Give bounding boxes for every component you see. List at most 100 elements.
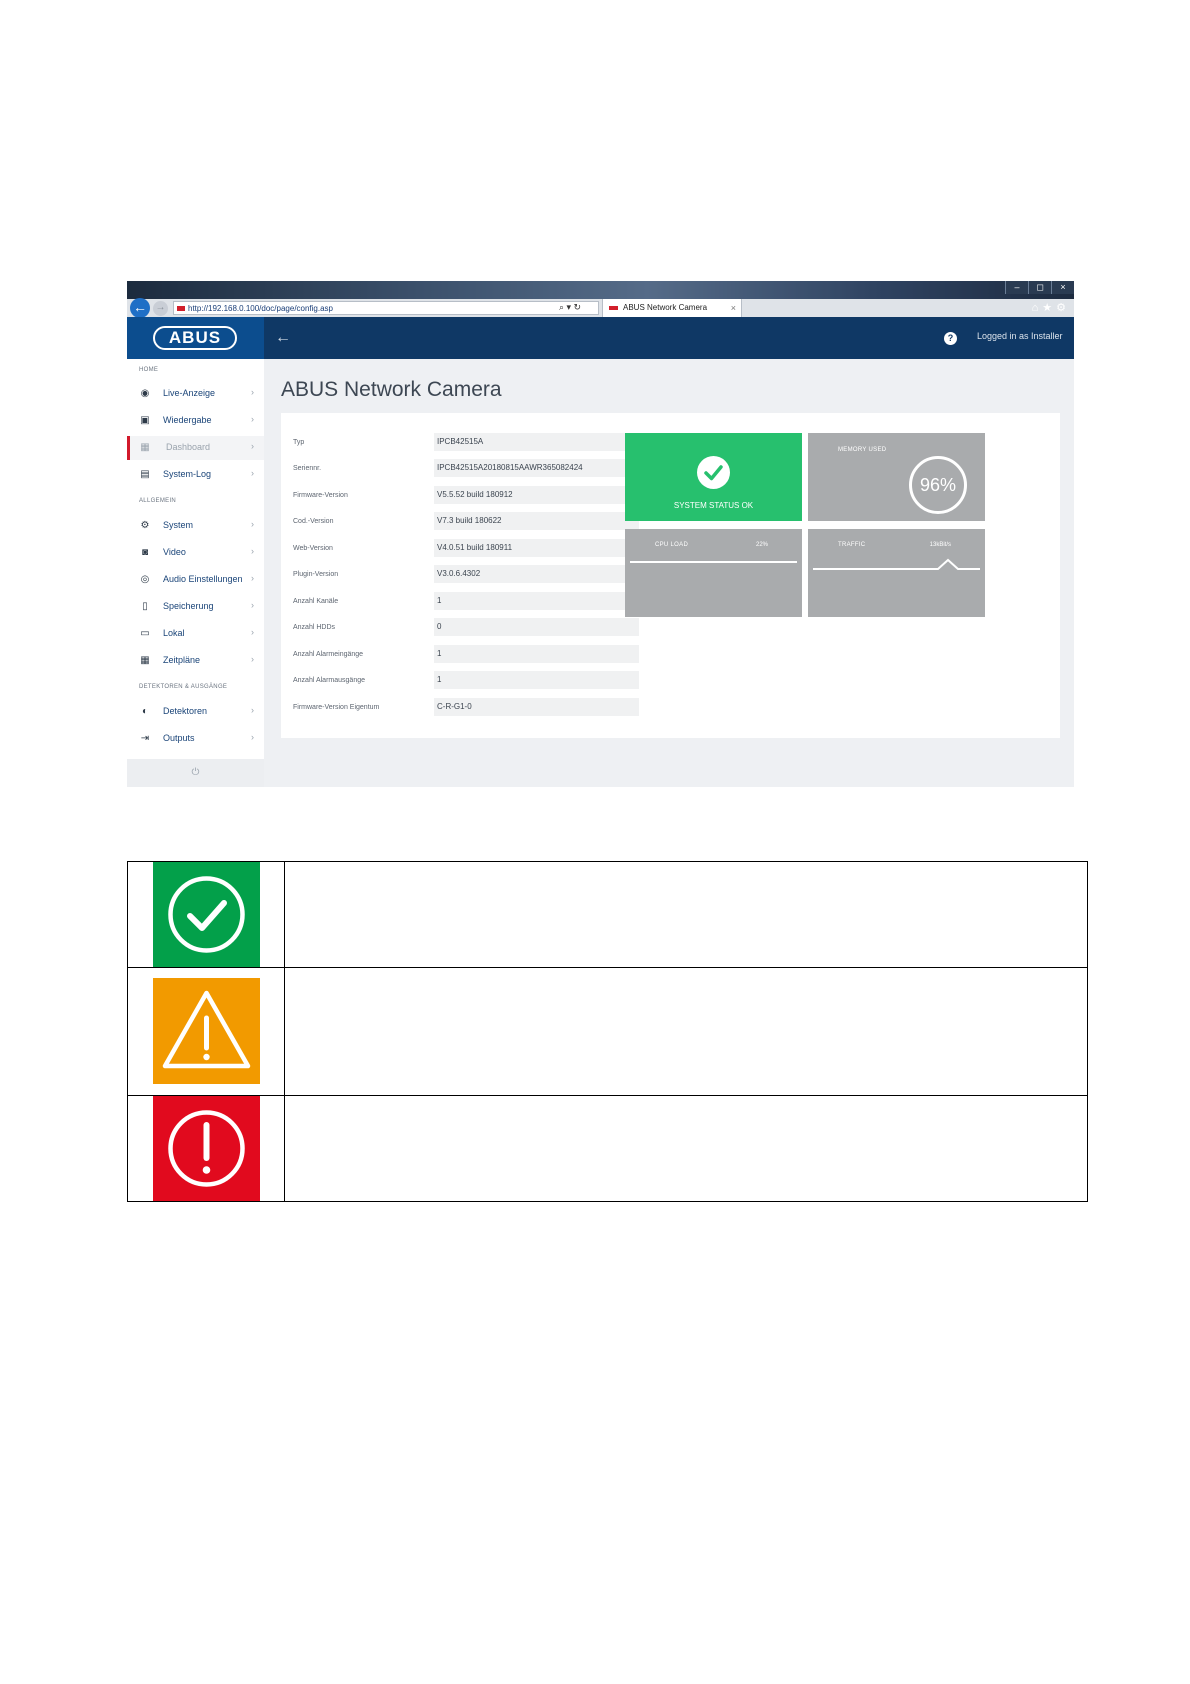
- chevron-right-icon: ›: [251, 573, 254, 583]
- home-favorites-settings-icons[interactable]: ⌂★⚙: [1032, 301, 1070, 314]
- info-key: Plugin-Version: [293, 571, 339, 578]
- info-value: V5.5.52 build 180912: [434, 486, 639, 504]
- section-home: HOME: [139, 367, 159, 373]
- sidebar-item-label: Outputs: [163, 733, 195, 743]
- maximize-button[interactable]: ◻: [1028, 281, 1051, 294]
- info-key: Typ: [293, 439, 305, 446]
- sidebar-item-label: Speicherung: [163, 601, 214, 611]
- sidebar-item-label: Lokal: [163, 628, 185, 638]
- sidebar-item-zeitplaene[interactable]: ▦ Zeitpläne ›: [127, 649, 264, 673]
- info-key: Web-Version: [293, 545, 333, 552]
- traffic-graph-line: [813, 558, 980, 570]
- system-status-label: SYSTEM STATUS OK: [673, 501, 754, 510]
- address-bar[interactable]: http://192.168.0.100/doc/page/config.asp: [173, 301, 599, 315]
- sidebar-item-wiedergabe[interactable]: ▣ Wiedergabe ›: [127, 409, 264, 433]
- info-key: Anzahl HDDs: [293, 624, 336, 631]
- sidebar-item-label: System: [163, 520, 194, 530]
- ok-status-swatch: [153, 862, 260, 967]
- cpu-load-tile[interactable]: CPU LOAD 22%: [625, 529, 802, 617]
- chevron-right-icon: ›: [251, 387, 254, 397]
- traffic-tile[interactable]: TRAFFIC 13kBit/s: [808, 529, 985, 617]
- minimize-button[interactable]: –: [1005, 281, 1028, 294]
- audio-icon: ◎: [140, 574, 150, 585]
- info-row-web-version: Web-Version V4.0.51 build 180911: [293, 539, 639, 559]
- table-divider-vertical: [284, 862, 285, 1201]
- error-status-swatch: [153, 1096, 260, 1201]
- close-window-button[interactable]: ×: [1051, 281, 1074, 294]
- info-value: 1: [434, 645, 639, 663]
- info-row-firmware: Firmware-Version V5.5.52 build 180912: [293, 486, 639, 506]
- info-key: Anzahl Alarmausgänge: [293, 677, 365, 684]
- chevron-right-icon: ›: [251, 468, 254, 478]
- memory-used-tile[interactable]: MEMORY USED 96%: [808, 433, 985, 521]
- cpu-load-value: 22%: [755, 542, 768, 548]
- info-value: V7.3 build 180622: [434, 512, 639, 530]
- help-icon[interactable]: ?: [944, 332, 957, 345]
- sidebar-item-label: Zeitpläne: [163, 655, 201, 665]
- sidebar-item-label: Detektoren: [163, 706, 208, 716]
- sidebar-item-system[interactable]: ⚙ System ›: [127, 514, 264, 538]
- traffic-label: TRAFFIC: [838, 542, 866, 548]
- info-value: V4.0.51 build 180911: [434, 539, 639, 557]
- chevron-right-icon: ›: [251, 519, 254, 529]
- sidebar-item-audio-einstellungen[interactable]: ◎ Audio Einstellungen ›: [127, 568, 264, 592]
- detector-icon: ◐: [141, 706, 149, 717]
- status-legend-table: [127, 861, 1088, 1202]
- chevron-right-icon: ›: [251, 441, 254, 451]
- chevron-right-icon: ›: [251, 732, 254, 742]
- info-value: IPCB42515A20180815AAWR365082424: [434, 459, 639, 477]
- cpu-load-label: CPU LOAD: [655, 542, 689, 548]
- logo-area: ABUS: [127, 317, 264, 359]
- login-status: Logged in as Installer: [977, 331, 1063, 341]
- tab-close-icon[interactable]: ×: [731, 299, 736, 317]
- info-value: IPCB42515A: [434, 433, 639, 451]
- sidebar-item-system-log[interactable]: ▤ System-Log ›: [127, 463, 264, 487]
- gear-icon: ⚙: [140, 520, 150, 531]
- info-row-anzahl-hdds: Anzahl HDDs 0: [293, 618, 639, 638]
- system-status-tile[interactable]: SYSTEM STATUS OK: [625, 433, 802, 521]
- info-row-typ: Typ IPCB42515A: [293, 433, 639, 453]
- sidebar-item-outputs[interactable]: ⇥ Outputs ›: [127, 727, 264, 751]
- info-key: Cod.-Version: [293, 518, 334, 525]
- chevron-right-icon: ›: [251, 600, 254, 610]
- info-row-cod-version: Cod.-Version V7.3 build 180622: [293, 512, 639, 532]
- section-allgemein: ALLGEMEIN: [139, 498, 177, 504]
- info-row-seriennr: Seriennr. IPCB42515A20180815AAWR36508242…: [293, 459, 639, 479]
- local-icon: ▭: [140, 628, 150, 639]
- table-divider-row1: [128, 967, 1087, 968]
- power-icon[interactable]: ⏻: [127, 759, 264, 787]
- sidebar-item-live-anzeige[interactable]: ◉ Live-Anzeige ›: [127, 382, 264, 406]
- sidebar-item-detektoren[interactable]: ◐ Detektoren ›: [127, 700, 264, 724]
- info-key: Firmware-Version: [293, 492, 348, 499]
- section-detektoren-ausgaenge: DETEKTOREN & AUSGÄNGE: [139, 684, 228, 690]
- chevron-right-icon: ›: [251, 546, 254, 556]
- sidebar-item-speicherung[interactable]: ▯ Speicherung ›: [127, 595, 264, 619]
- chevron-right-icon: ›: [251, 627, 254, 637]
- calendar-icon: ▦: [140, 655, 150, 666]
- info-value: 1: [434, 671, 639, 689]
- dashboard-icon: ▦: [140, 442, 150, 453]
- memory-used-label: MEMORY USED: [838, 447, 887, 453]
- page-title: ABUS Network Camera: [281, 378, 502, 401]
- sidebar-item-dashboard[interactable]: ▦ Dashboard ›: [127, 436, 264, 460]
- back-arrow-icon[interactable]: ←: [275, 329, 291, 347]
- status-check-icon: [697, 456, 730, 489]
- sidebar-item-label: Dashboard: [166, 442, 211, 452]
- tab-favicon: [609, 306, 618, 310]
- eye-icon: ◉: [140, 388, 150, 399]
- browser-back-button[interactable]: ←: [130, 298, 150, 318]
- abus-logo: ABUS: [153, 326, 237, 350]
- memory-used-value: 96%: [909, 456, 967, 514]
- sidebar-item-lokal[interactable]: ▭ Lokal ›: [127, 622, 264, 646]
- address-tools[interactable]: ⌕ ▾ ↻: [559, 301, 581, 313]
- traffic-value: 13kBit/s: [929, 542, 951, 548]
- browser-tab[interactable]: ABUS Network Camera ×: [602, 299, 742, 317]
- browser-forward-button[interactable]: →: [153, 301, 168, 316]
- info-row-firmware-eigentum: Firmware-Version Eigentum C-R-G1-0: [293, 698, 639, 718]
- chevron-right-icon: ›: [251, 654, 254, 664]
- tab-title: ABUS Network Camera: [623, 303, 708, 312]
- output-icon: ⇥: [140, 733, 150, 744]
- site-favicon: [177, 306, 185, 311]
- sidebar-item-video[interactable]: ◙ Video ›: [127, 541, 264, 565]
- info-row-alarmausgaenge: Anzahl Alarmausgänge 1: [293, 671, 639, 691]
